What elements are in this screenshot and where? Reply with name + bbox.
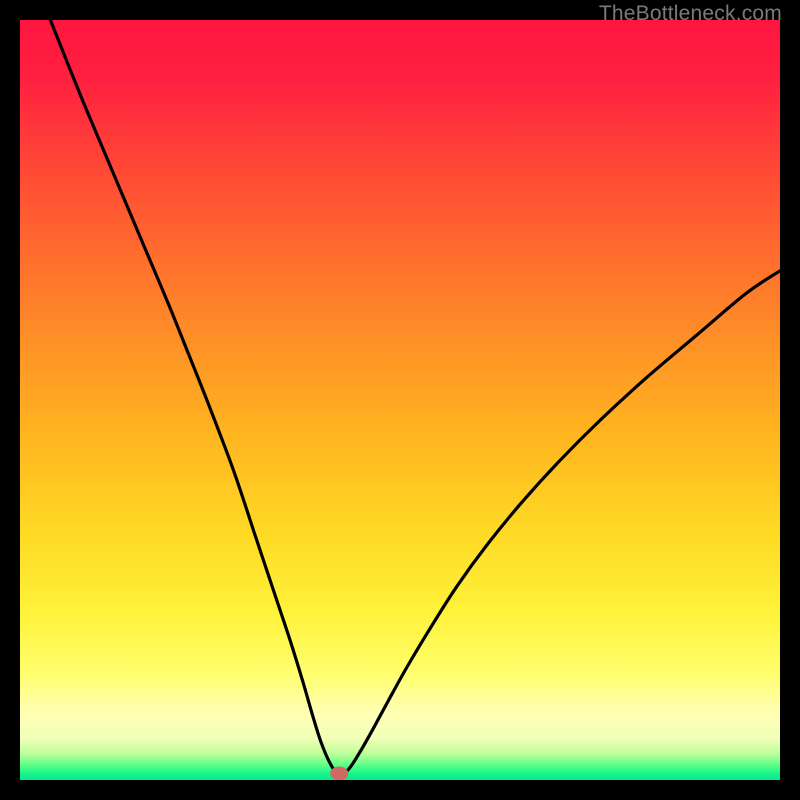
background-rect <box>20 20 780 780</box>
minimum-marker <box>330 766 348 780</box>
chart-svg <box>20 20 780 780</box>
chart-frame: TheBottleneck.com <box>0 0 800 800</box>
chart-plot-area <box>20 20 780 780</box>
